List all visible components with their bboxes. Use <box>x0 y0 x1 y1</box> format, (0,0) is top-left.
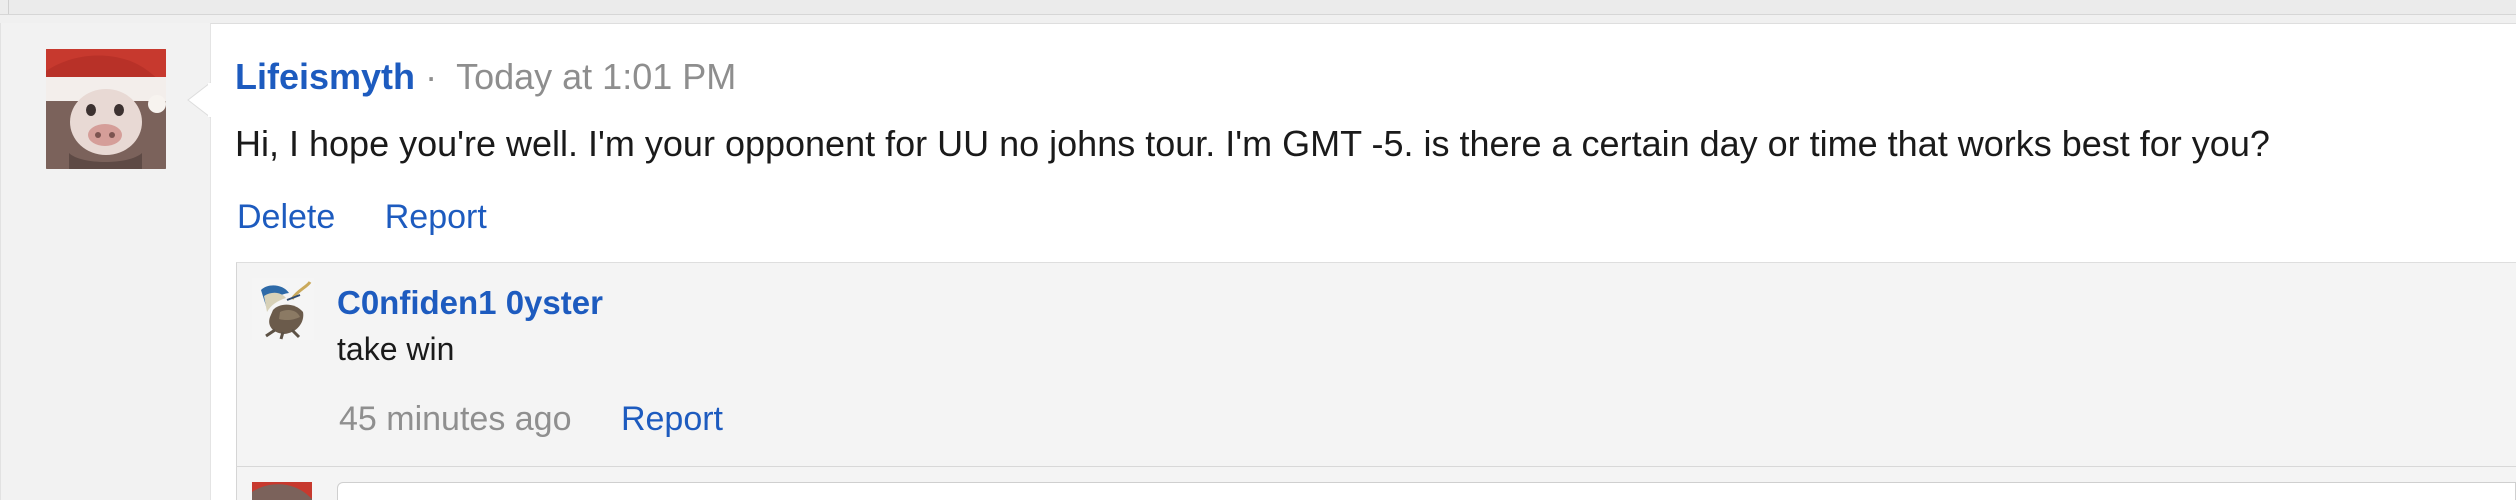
message-timestamp[interactable]: Today at 1:01 PM <box>456 56 736 97</box>
previous-item-edge <box>0 0 2516 15</box>
reply-input[interactable] <box>337 482 2516 500</box>
reply-divider <box>236 466 2516 467</box>
previous-item-corner <box>0 0 9 14</box>
speech-arrow-icon <box>187 81 211 119</box>
message-meta: Lifeismyth · Today at 1:01 PM <box>235 53 736 101</box>
message-body: Hi, I hope you're well. I'm your opponen… <box>235 123 2270 164</box>
reply-author-avatar[interactable] <box>252 278 314 340</box>
meta-separator: · <box>425 56 438 97</box>
reply-report-link[interactable]: Report <box>621 400 723 438</box>
reply-timestamp[interactable]: 45 minutes ago <box>339 400 572 438</box>
composer-avatar <box>252 482 312 500</box>
profile-post-thread: Lifeismyth · Today at 1:01 PM Hi, I hope… <box>0 0 2516 500</box>
delete-link[interactable]: Delete <box>237 198 335 236</box>
reply-actions: 45 minutes ago Report <box>339 397 723 441</box>
reply-body: take win <box>337 331 455 367</box>
reply-author-name-link[interactable]: C0nfiden1 0yster <box>337 281 603 325</box>
report-link[interactable]: Report <box>385 198 487 236</box>
author-avatar[interactable] <box>46 49 166 169</box>
author-name-link[interactable]: Lifeismyth <box>235 56 415 97</box>
message-actions: Delete Report <box>237 195 487 239</box>
